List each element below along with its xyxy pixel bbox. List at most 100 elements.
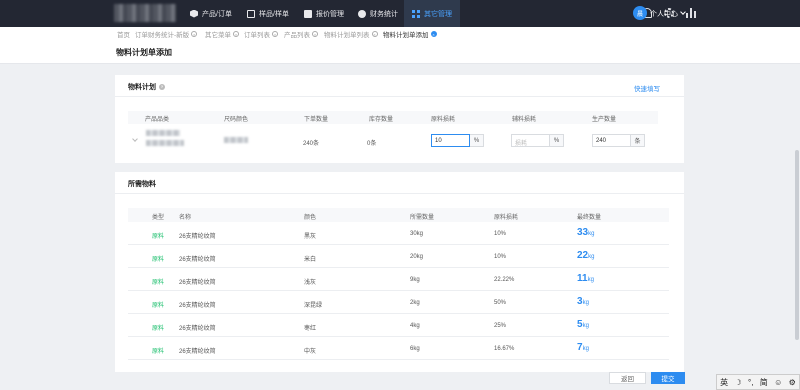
- plan-table-header: 产品品类 尺码颜色 下单数量 库存数量 原料损耗 辅料损耗 生产数量: [128, 111, 658, 124]
- coin-icon: [358, 9, 366, 18]
- final-qty-number: 11: [577, 273, 588, 284]
- tab-material-plan-add[interactable]: 物料计划单添加 ×: [383, 29, 437, 39]
- card-title-text: 所需物料: [128, 181, 156, 188]
- table-row: 原料 26支精纶纹简 中灰 6kg 16.67% 7kg: [128, 337, 669, 360]
- size-color-redacted: [224, 137, 248, 143]
- help-icon[interactable]: ?: [159, 84, 165, 90]
- ime-lang-toggle[interactable]: 英: [720, 377, 728, 388]
- material-color: 中灰: [304, 349, 317, 355]
- raw-loss-value: 10: [435, 138, 442, 144]
- tab-material-plan-list[interactable]: 物料计划单列表 ×: [324, 29, 378, 39]
- raw-loss-input[interactable]: 10: [431, 134, 470, 147]
- raw-loss-rate: 22.22%: [494, 277, 515, 283]
- final-qty-unit: kg: [587, 277, 594, 283]
- material-name: 26支精纶纹简: [179, 280, 216, 286]
- close-icon[interactable]: ×: [272, 31, 278, 37]
- column-header: 所需数量: [410, 215, 435, 221]
- material-type: 原料: [152, 349, 165, 355]
- scrollbar[interactable]: [795, 150, 799, 340]
- nav-item-label: 其它管理: [424, 10, 452, 18]
- tab-other-menu[interactable]: 其它菜单 ×: [205, 29, 239, 39]
- material-name: 26支精纶纹简: [179, 349, 216, 355]
- column-header: 生产数量: [592, 117, 617, 123]
- close-icon[interactable]: ×: [191, 31, 198, 37]
- material-name: 26支精纶纹简: [179, 303, 216, 309]
- tab-label: 其它菜单: [205, 32, 231, 39]
- final-qty: 3kg: [577, 296, 589, 307]
- submit-button[interactable]: 提交: [651, 372, 685, 384]
- final-qty-number: 33: [577, 227, 589, 238]
- raw-loss-rate: 10%: [494, 231, 507, 237]
- chevron-down-icon: [680, 9, 686, 15]
- production-qty-input[interactable]: 240: [592, 134, 631, 147]
- page-title: 物料计划单添加: [116, 48, 172, 57]
- close-icon[interactable]: ×: [430, 31, 437, 37]
- final-qty: 5kg: [577, 319, 589, 330]
- column-header: 原料损耗: [431, 117, 456, 123]
- close-icon[interactable]: ×: [233, 31, 239, 37]
- final-qty-unit: kg: [582, 300, 589, 306]
- nav-item-products[interactable]: 产品/订单: [190, 0, 232, 27]
- stats-icon[interactable]: [686, 8, 696, 18]
- materials-table-header: 类型 名称 颜色 所需数量 原料损耗 最终数量: [128, 208, 669, 222]
- final-qty: 22kg: [577, 250, 594, 261]
- material-color: 枣红: [304, 326, 317, 332]
- table-row: 原料 26支精纶纹简 枣红 4kg 25% 5kg: [128, 314, 669, 337]
- material-name: 26支精纶纹简: [179, 234, 216, 240]
- divider: [115, 96, 684, 97]
- material-type: 原料: [152, 257, 165, 263]
- tab-product-list[interactable]: 产品列表 ×: [284, 29, 318, 39]
- nav-item-quotes[interactable]: 报价管理: [304, 0, 344, 27]
- user-center-menu[interactable]: 个人中心: [650, 9, 686, 19]
- column-header: 最终数量: [577, 215, 602, 221]
- settings-icon[interactable]: ⚙: [789, 378, 796, 387]
- raw-loss-unit: %: [470, 134, 484, 147]
- raw-loss-rate: 10%: [494, 254, 507, 260]
- card-title-text: 物料计划: [128, 84, 156, 91]
- aux-loss-input[interactable]: 损耗: [511, 134, 550, 147]
- close-icon[interactable]: ×: [312, 31, 318, 37]
- final-qty-unit: kg: [582, 323, 589, 329]
- final-qty: 11kg: [577, 273, 594, 284]
- table-row: 原料 26支精纶纹简 深昆绿 2kg 50% 3kg: [128, 291, 669, 314]
- back-button[interactable]: 返回: [609, 372, 646, 384]
- required-qty: 9kg: [410, 277, 420, 283]
- order-qty: 240条: [303, 141, 320, 147]
- material-type: 原料: [152, 234, 165, 240]
- product-category-redacted: [146, 140, 184, 146]
- punctuation-toggle[interactable]: °,: [748, 378, 753, 387]
- tab-order-list[interactable]: 订单列表 ×: [244, 29, 278, 39]
- column-header: 库存数量: [369, 117, 394, 123]
- nav-item-samples[interactable]: 样品/样单: [247, 0, 289, 27]
- column-header: 辅料损耗: [512, 117, 537, 123]
- final-qty: 7kg: [577, 342, 589, 353]
- material-type: 原料: [152, 280, 165, 286]
- cube-icon: [190, 9, 198, 18]
- production-qty-value: 240: [596, 138, 607, 144]
- required-qty: 30kg: [410, 231, 424, 237]
- material-color: 黑灰: [304, 234, 317, 240]
- nav-item-label: 财务统计: [370, 10, 398, 18]
- user-center-label: 个人中心: [650, 11, 678, 18]
- avatar[interactable]: 晨: [633, 6, 647, 20]
- nav-item-finance[interactable]: 财务统计: [358, 0, 398, 27]
- material-type: 原料: [152, 326, 165, 332]
- table-row: 原料 26支精纶纹简 黑灰 30kg 10% 33kg: [128, 222, 669, 245]
- stock-qty: 0条: [367, 141, 377, 147]
- emoji-icon[interactable]: ☺: [774, 378, 782, 387]
- quick-fill-link[interactable]: 快速填写: [634, 83, 660, 93]
- close-icon[interactable]: ×: [371, 31, 378, 37]
- final-qty-number: 22: [577, 250, 589, 261]
- raw-loss-rate: 25%: [494, 323, 507, 329]
- top-nav: 产品/订单 样品/样单 报价管理 财务统计 其它管理 晨 个人中心: [0, 0, 800, 27]
- product-category-redacted: [146, 130, 180, 136]
- materials-card-title: 所需物料: [128, 179, 156, 189]
- simplified-toggle[interactable]: 简: [760, 377, 768, 388]
- table-row: 原料 26支精纶纹简 米白 20kg 10% 22kg: [128, 245, 669, 268]
- column-header: 原料损耗: [494, 215, 519, 221]
- nav-item-other[interactable]: 其它管理: [404, 0, 460, 27]
- ime-toolbar: 英 ☽ °, 简 ☺ ⚙: [716, 374, 800, 390]
- tab-finance-stats[interactable]: 订单财务统计-新版 ×: [135, 29, 198, 39]
- moon-icon[interactable]: ☽: [735, 378, 742, 387]
- tab-home[interactable]: 首页: [117, 29, 130, 39]
